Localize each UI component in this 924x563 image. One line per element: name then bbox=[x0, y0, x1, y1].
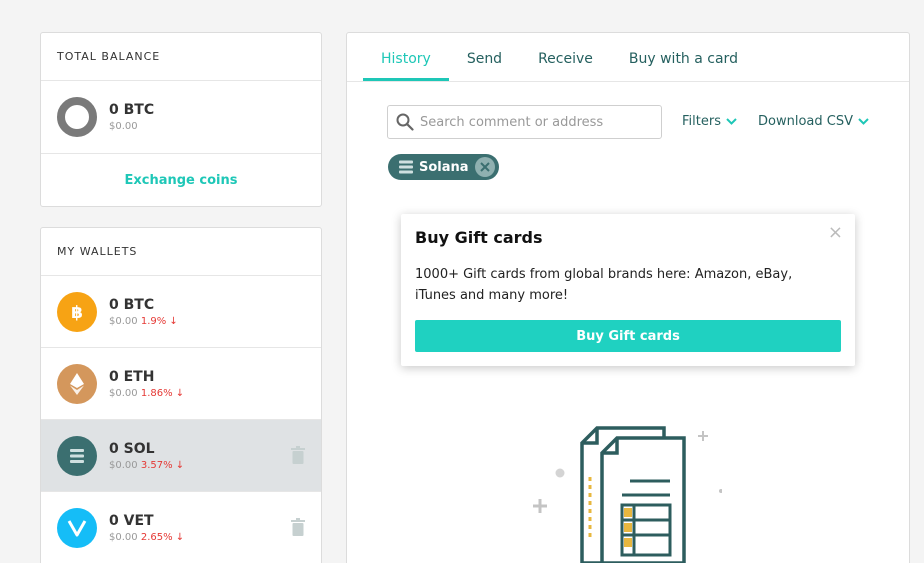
buy-gift-cards-button[interactable]: Buy Gift cards bbox=[415, 320, 841, 352]
wallet-change: 1.86% ↓ bbox=[140, 387, 185, 399]
chevron-down-icon bbox=[726, 118, 737, 125]
solana-icon bbox=[399, 160, 413, 174]
exchange-coins-link[interactable]: Exchange coins bbox=[41, 154, 321, 206]
remove-filter-button[interactable] bbox=[474, 157, 495, 177]
trash-icon[interactable] bbox=[291, 446, 305, 464]
my-wallets-card: MY WALLETS ฿ 0 BTC $0.00 1.9% ↓ 0 ETH $0… bbox=[40, 227, 322, 563]
filters-label: Filters bbox=[682, 114, 721, 129]
history-panel: History Send Receive Buy with a card Fil… bbox=[346, 32, 910, 563]
ethereum-icon bbox=[57, 363, 97, 404]
search-box[interactable] bbox=[387, 105, 662, 139]
wallet-amount: 0 VET bbox=[109, 512, 154, 529]
bitcoin-icon: ฿ bbox=[57, 291, 97, 332]
solana-icon bbox=[57, 435, 97, 476]
wallet-fiat: $0.00 bbox=[109, 387, 138, 399]
filter-chip-solana: Solana bbox=[388, 154, 499, 180]
tab-buy-with-card[interactable]: Buy with a card bbox=[611, 51, 756, 81]
filter-chip-label: Solana bbox=[419, 159, 469, 175]
download-csv-label: Download CSV bbox=[758, 114, 853, 129]
wallet-item-vet[interactable]: 0 VET $0.00 2.65% ↓ bbox=[41, 492, 321, 563]
wallet-change: 1.9% ↓ bbox=[140, 315, 178, 327]
total-balance-fiat: $0.00 bbox=[109, 121, 138, 132]
download-csv-dropdown[interactable]: Download CSV bbox=[758, 114, 869, 129]
filters-dropdown[interactable]: Filters bbox=[682, 114, 737, 129]
wallet-item-eth[interactable]: 0 ETH $0.00 1.86% ↓ bbox=[41, 348, 321, 420]
my-wallets-header: MY WALLETS bbox=[41, 228, 321, 276]
popup-title: Buy Gift cards bbox=[415, 228, 543, 247]
total-balance-header: TOTAL BALANCE bbox=[41, 33, 321, 81]
wallet-item-btc[interactable]: ฿ 0 BTC $0.00 1.9% ↓ bbox=[41, 276, 321, 348]
total-balance-amount: 0 BTC bbox=[109, 102, 155, 118]
balance-ring-icon bbox=[57, 97, 97, 137]
close-icon bbox=[479, 162, 490, 172]
wallet-amount: 0 BTC bbox=[109, 296, 155, 313]
wallet-change: 3.57% ↓ bbox=[140, 459, 185, 471]
gift-cards-popup: Buy Gift cards × 1000+ Gift cards from g… bbox=[401, 214, 855, 366]
wallet-item-sol[interactable]: 0 SOL $0.00 3.57% ↓ bbox=[41, 420, 321, 492]
search-icon bbox=[396, 113, 414, 131]
wallet-fiat: $0.00 bbox=[109, 315, 138, 327]
wallet-change: 2.65% ↓ bbox=[140, 531, 185, 543]
tab-send[interactable]: Send bbox=[449, 51, 520, 81]
wallet-amount: 0 ETH bbox=[109, 368, 155, 385]
tab-bar: History Send Receive Buy with a card bbox=[347, 33, 909, 82]
popup-body: 1000+ Gift cards from global brands here… bbox=[415, 267, 793, 303]
tab-receive[interactable]: Receive bbox=[520, 51, 611, 81]
total-balance-card: TOTAL BALANCE 0 BTC $0.00 Exchange coins bbox=[40, 32, 322, 207]
popup-close-icon[interactable]: × bbox=[828, 224, 843, 242]
wallet-amount: 0 SOL bbox=[109, 440, 155, 457]
chevron-down-icon bbox=[858, 118, 869, 125]
wallet-fiat: $0.00 bbox=[109, 459, 138, 471]
empty-history-illustration-icon bbox=[533, 426, 722, 563]
trash-icon[interactable] bbox=[291, 518, 305, 536]
tab-history[interactable]: History bbox=[363, 51, 449, 81]
svg-text:฿: ฿ bbox=[71, 303, 83, 323]
vechain-icon bbox=[57, 507, 97, 548]
search-input[interactable] bbox=[420, 114, 650, 130]
total-balance-row: 0 BTC $0.00 bbox=[41, 81, 321, 154]
wallet-fiat: $0.00 bbox=[109, 531, 138, 543]
